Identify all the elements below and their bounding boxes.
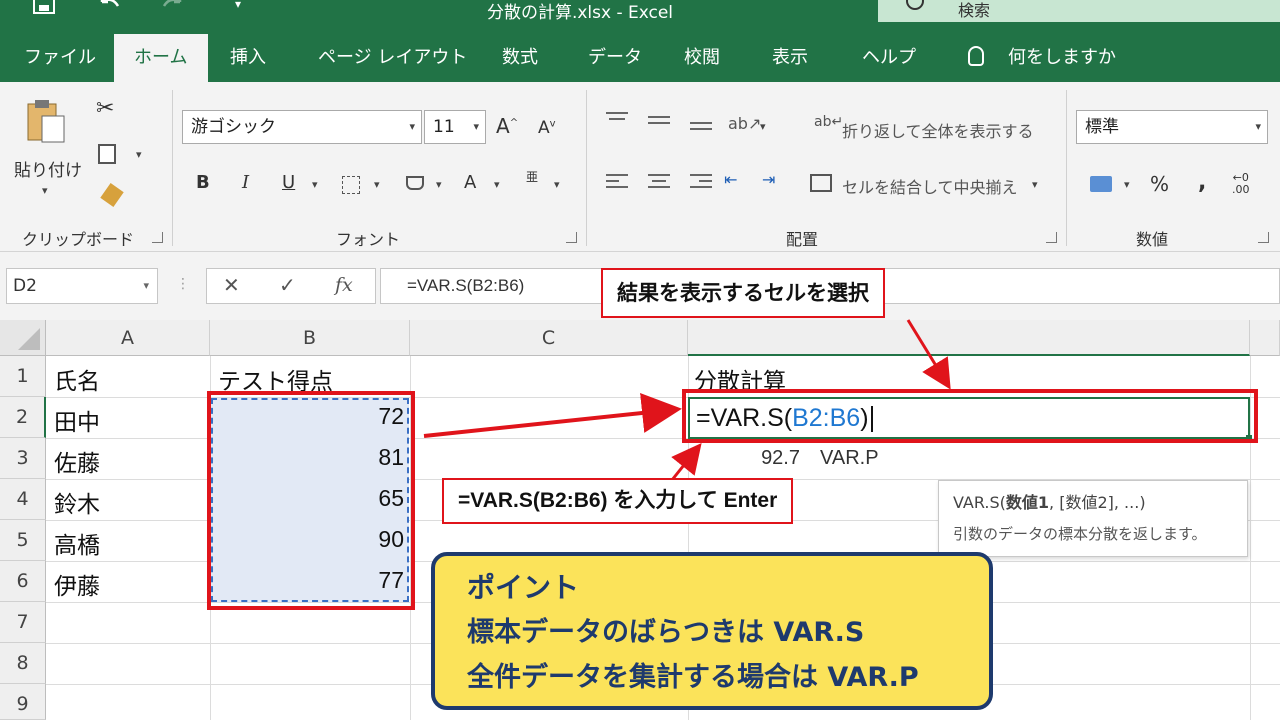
arrow-input-callout [670, 442, 702, 481]
tooltip-description: 引数のデータの標本分散を返します。 [953, 525, 1207, 543]
arrow-to-target-cell [423, 393, 682, 438]
tooltip-args-rest: , [数値2], ...) [1049, 493, 1146, 512]
input-instruction-callout: =VAR.S(B2:B6) を入力して Enter [442, 478, 794, 524]
point-box: ポイント 標本データのばらつきは VAR.S 全件データを集計する場合は VAR… [431, 552, 993, 710]
tooltip-arg1: 数値1 [1005, 493, 1050, 512]
point-title: ポイント [467, 571, 580, 604]
function-tooltip: VAR.S(数値1, [数値2], ...) 引数のデータの標本分散を返します。 [938, 480, 1248, 557]
arrow-select-callout [906, 319, 951, 390]
tooltip-signature: VAR.S(数値1, [数値2], ...) [953, 489, 1233, 513]
select-cell-callout: 結果を表示するセルを選択 [601, 268, 885, 318]
point-line-1: 標本データのばらつきは VAR.S [467, 617, 865, 648]
tooltip-function-name[interactable]: VAR.S( [953, 493, 1006, 512]
point-line-2: 全件データを集計する場合は VAR.P [467, 662, 919, 693]
